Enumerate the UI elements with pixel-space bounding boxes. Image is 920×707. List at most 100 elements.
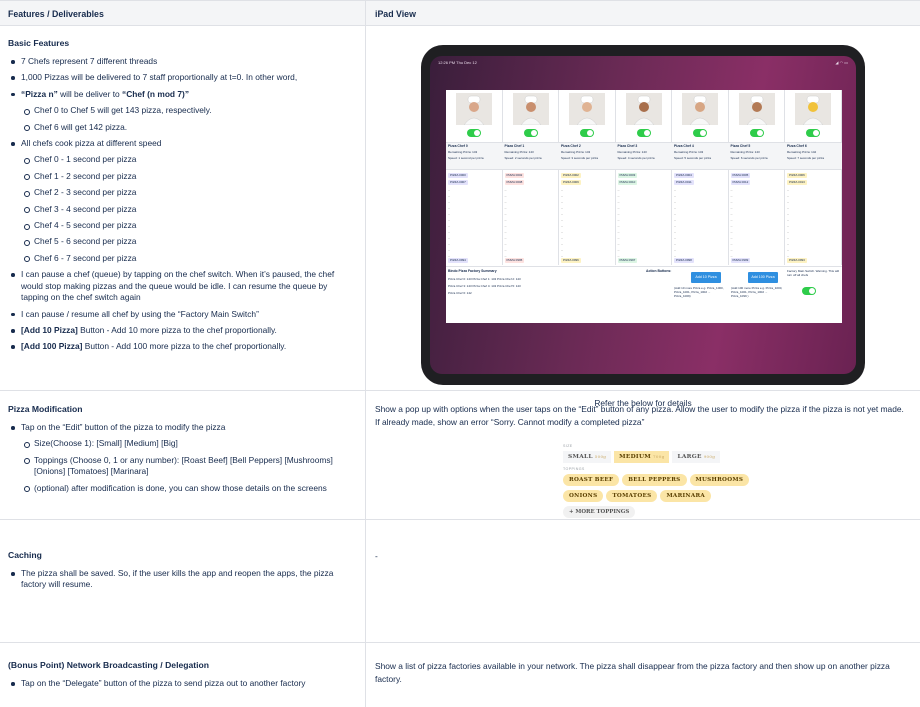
chef-switch[interactable] (693, 129, 707, 137)
pizza-placeholder: -- (787, 218, 789, 222)
chef-info: Pizza Chef 4 Remaining Pizza: 143 Speed: 5… (672, 142, 729, 170)
ipad-frame: 12:26 PM Thu Dec 12 ◢ ◠ ▭ Bindo Pizza Fa… (421, 45, 865, 385)
chef-remaining: Remaining Pizza: 143 (617, 150, 647, 154)
pizza-placeholder: -- (617, 248, 620, 252)
summary-line: Pizza Chef 6: 142 (448, 291, 472, 295)
pizza-tag[interactable]: PIZZA 0011 (674, 180, 694, 185)
pizza-placeholder: -- (504, 206, 507, 210)
pizza-tag[interactable]: PIZZA 0003 (617, 173, 638, 178)
chef-info: Pizza Chef 0 Remaining Pizza: 143 Speed: 1… (446, 142, 503, 170)
pizza-tag[interactable]: PIZZA 0002 (504, 173, 525, 178)
more-toppings-button[interactable]: + MORE TOPPINGS (563, 506, 636, 518)
chef-photo (569, 93, 605, 126)
list-item: 7 Chefs represent 7 different threads (8, 56, 365, 67)
pizza-placeholder: -- (730, 194, 733, 198)
topping-mushrooms[interactable]: MUSHROOMS (689, 474, 750, 486)
table-row-basic-features: Basic Features 7 Chefs represent 7 diffe… (0, 26, 920, 408)
pizza-tag[interactable]: PIZZA 0999 (730, 258, 751, 263)
bullet-text: 1,000 Pizzas will be delivered to 7 staf… (21, 72, 298, 83)
table-row-pizza-modification: Pizza Modification Tap on the “Edit” but… (0, 391, 920, 520)
pizza-tag[interactable]: PIZZA 0000 (448, 173, 468, 178)
list-item: [Add 100 Pizza] Button - Add 100 more pi… (8, 341, 365, 352)
add-10-description: (Add 10 more Pizza e.g. Pizza_1000, Pizz… (674, 286, 724, 298)
table-header-row: Features / Deliverables iPad View (0, 1, 920, 26)
pizza-placeholder: -- (561, 212, 563, 216)
table-row-caching: Caching The pizza shall be saved. So, if… (0, 520, 920, 643)
chef-switch[interactable] (467, 129, 481, 137)
network-description: Show a list of pizza factories available… (375, 661, 890, 684)
pizza-tag[interactable]: PIZZA 0993 (787, 258, 807, 263)
pizza-tag[interactable]: PIZZA 0996 (561, 258, 581, 263)
topping-marinara[interactable]: MARINARA (660, 490, 712, 502)
chef-photo (738, 93, 775, 126)
chef-switch[interactable] (749, 129, 764, 137)
basic-features-title: Basic Features (8, 38, 70, 48)
pizza-tag[interactable]: PIZZA 0013 (787, 180, 807, 185)
chef-speed: Speed: 6 seconds per pizza (730, 156, 768, 160)
chef-info: Pizza Chef 1 Remaining Pizza: 143 Speed: 2… (502, 142, 559, 170)
size-option-small[interactable]: SMALL 500g (563, 451, 612, 463)
pizza-placeholder: -- (674, 194, 676, 198)
chef-column: Pizza Chef 5 Remaining Pizza: 143 Speed: 6… (728, 90, 785, 265)
pizza-placeholder: -- (504, 194, 507, 198)
pizza-tag[interactable]: PIZZA 0012 (730, 180, 751, 185)
pizza-tag[interactable]: PIZZA 0010 (617, 180, 638, 185)
pizza-tag[interactable]: PIZZA 0998 (674, 258, 694, 263)
topping-tomatoes[interactable]: TOMATOES (606, 490, 658, 502)
chef-name: Pizza Chef 2 (561, 144, 581, 148)
pizza-tag[interactable]: PIZZA 0994 (448, 258, 468, 263)
pizza-placeholder: -- (561, 200, 563, 204)
size-option-large[interactable]: LARGE 900g (672, 451, 721, 463)
topping-bell-peppers[interactable]: BELL PEPPERS (622, 474, 687, 486)
add-100-description: (Add 100 more Pizza e.g. Pizza_1000, Piz… (731, 286, 783, 298)
topping-onions[interactable]: ONIONS (563, 490, 604, 502)
caching-description-cell: - (366, 520, 920, 642)
pizza-tag[interactable]: PIZZA 0005 (730, 173, 751, 178)
ipad-view-cell: 12:26 PM Thu Dec 12 ◢ ◠ ▭ Bindo Pizza Fa… (366, 26, 920, 408)
pizza-placeholder: -- (674, 188, 676, 192)
size-option-medium[interactable]: MEDIUM 700g (614, 451, 670, 463)
network-description-cell: Show a list of pizza factories available… (366, 643, 920, 707)
pizza-placeholder: -- (674, 248, 676, 252)
factory-main-switch[interactable] (802, 287, 816, 295)
pizza-placeholder: -- (448, 218, 450, 222)
add-100-pizza-button[interactable]: Add 100 Pizza (748, 272, 778, 283)
pizza-tag[interactable]: PIZZA 0004 (674, 173, 694, 178)
topping-roast-beef[interactable]: ROAST BEEF (563, 474, 620, 486)
chef-switch[interactable] (636, 129, 651, 137)
bullet-text: 7 Chefs represent 7 different threads (21, 56, 158, 66)
chef-name: Pizza Chef 3 (617, 144, 638, 148)
pizza-placeholder: -- (730, 212, 733, 216)
pizza-tag[interactable]: PIZZA 0006 (787, 173, 807, 178)
pizza-tag[interactable]: PIZZA 0008 (504, 180, 525, 185)
pizza-tag[interactable]: PIZZA 0002 (561, 173, 581, 178)
pizza-placeholder: -- (674, 206, 676, 210)
add-10-pizza-button[interactable]: Add 10 Pizza (691, 272, 721, 283)
pizza-placeholder: -- (674, 236, 676, 240)
chef-switch[interactable] (806, 129, 820, 137)
chef-switch[interactable] (580, 129, 594, 137)
pizza-tag[interactable]: PIZZA 0995 (504, 258, 525, 263)
size-weight: 500g (594, 454, 607, 459)
bullet-text: I can pause a chef (queue) by tapping on… (21, 269, 335, 303)
chef-photo (682, 93, 718, 126)
pizza-tag[interactable]: PIZZA 0007 (448, 180, 468, 185)
header-features: Features / Deliverables (0, 1, 366, 25)
pizza-tag[interactable]: PIZZA 0009 (561, 180, 581, 185)
pizza-placeholder: -- (504, 188, 507, 192)
chef-remaining: Remaining Pizza: 143 (561, 150, 591, 154)
chef-switch[interactable] (523, 129, 538, 137)
pizza-placeholder: -- (561, 236, 563, 240)
chef-info: Pizza Chef 6 Remaining Pizza: 142 Speed: 7… (785, 142, 842, 170)
caching-list: The pizza shall be saved. So, if the use… (8, 568, 365, 591)
pizza-placeholder: -- (448, 224, 450, 228)
pizza-placeholder: -- (561, 218, 563, 222)
pizza-placeholder: -- (448, 188, 450, 192)
size-weight: 900g (703, 454, 716, 459)
pizza-placeholder: -- (617, 242, 620, 246)
sub-list-item: Chef 5 - 6 second per pizza (21, 236, 365, 247)
sub-list-item: Chef 6 will get 142 pizza. (21, 122, 365, 133)
chef-column: Pizza Chef 6 Remaining Pizza: 142 Speed: 7… (785, 90, 842, 265)
pizza-tag[interactable]: PIZZA 0997 (617, 258, 638, 263)
pizza-placeholder: -- (504, 218, 507, 222)
